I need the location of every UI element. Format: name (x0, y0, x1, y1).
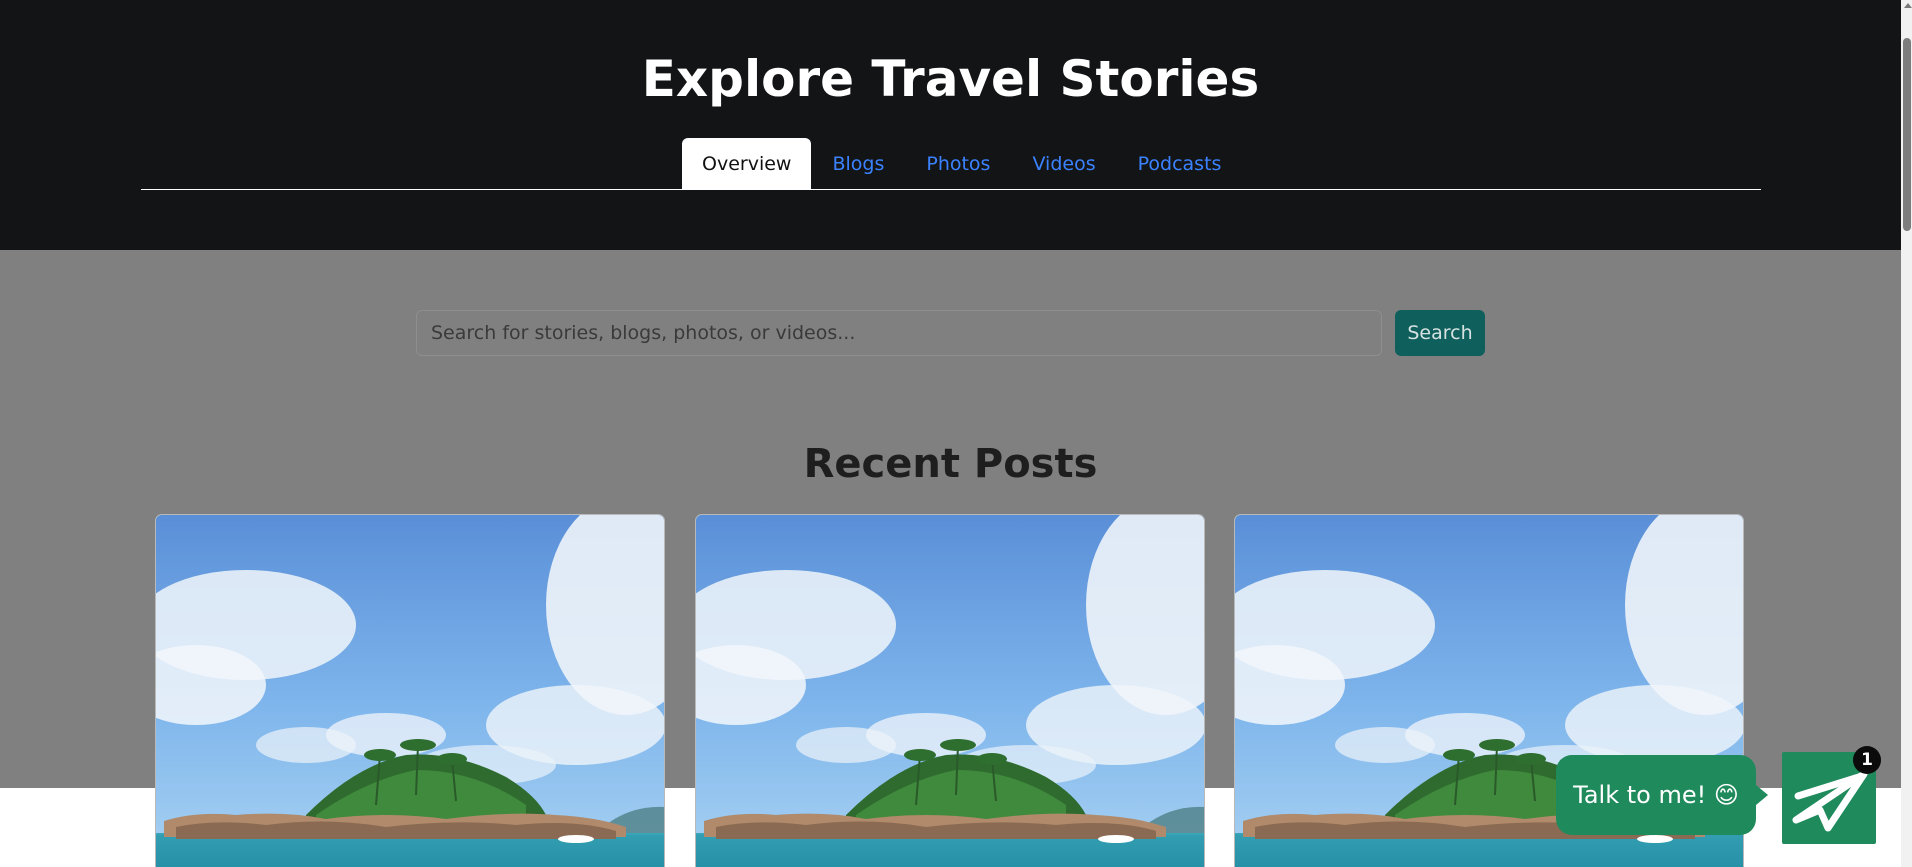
post-card[interactable] (156, 515, 664, 867)
scroll-up-arrow-icon[interactable] (1904, 3, 1912, 8)
notification-badge: 1 (1853, 746, 1881, 774)
scrollbar-thumb[interactable] (1903, 38, 1911, 231)
page-title: Explore Travel Stories (641, 50, 1260, 108)
site-header: Explore Travel Stories (0, 0, 1901, 250)
tab-podcasts[interactable]: Podcasts (1117, 138, 1243, 190)
tropical-island-image (696, 515, 1204, 867)
search-input[interactable] (416, 310, 1382, 356)
chat-prompt-bubble[interactable]: Talk to me! 😊 (1556, 755, 1768, 835)
search-button[interactable]: Search (1395, 310, 1485, 356)
tab-nav: Overview Blogs Photos Videos Podcasts (682, 138, 1242, 190)
recent-posts-title: Recent Posts (803, 441, 1098, 487)
tropical-island-image (156, 515, 664, 867)
tab-blogs[interactable]: Blogs (811, 138, 905, 190)
tab-videos[interactable]: Videos (1011, 138, 1116, 190)
post-card[interactable] (696, 515, 1204, 867)
tab-overview[interactable]: Overview (682, 138, 812, 190)
tab-photos[interactable]: Photos (905, 138, 1011, 190)
